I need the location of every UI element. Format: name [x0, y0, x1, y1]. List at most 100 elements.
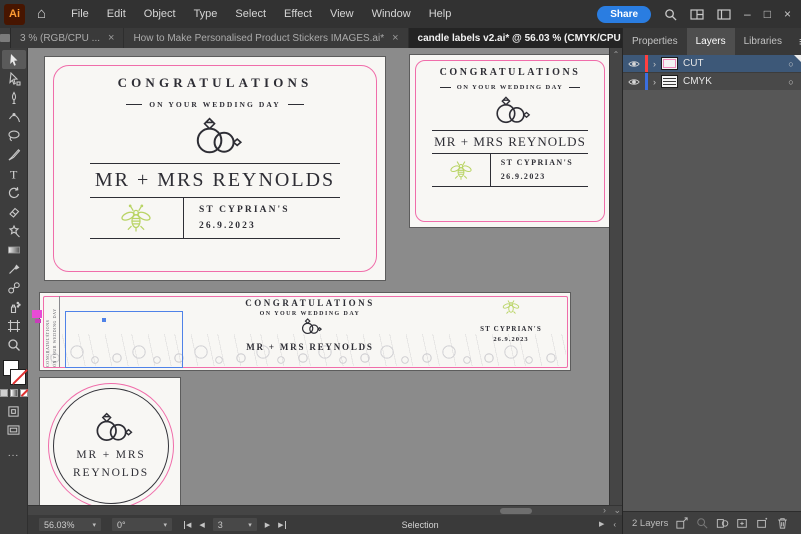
artboard-circle-label[interactable]: MR + MRS REYNOLDS — [40, 378, 180, 505]
tab-document-2[interactable]: How to Make Personalised Product Sticker… — [124, 28, 407, 48]
expand-chevron-icon[interactable]: › — [648, 77, 661, 87]
visibility-eye-icon[interactable] — [623, 60, 645, 68]
layer-name[interactable]: CUT — [683, 58, 781, 69]
menu-file[interactable]: File — [62, 8, 98, 20]
status-back-icon[interactable]: ‹ — [613, 520, 616, 529]
screen-mode-button[interactable] — [2, 421, 26, 440]
artboard-tool[interactable] — [2, 316, 26, 335]
maximize-button[interactable]: □ — [764, 7, 771, 21]
tab-libraries[interactable]: Libraries — [735, 28, 791, 55]
share-button[interactable]: Share — [597, 6, 651, 23]
none-button[interactable] — [20, 389, 28, 397]
rotation-select[interactable]: 0° ▾ — [112, 518, 172, 531]
artboard-strip-label[interactable]: CONGRATULATIONS ON YOUR WEDDING DAY CONG… — [40, 293, 570, 370]
layer-name[interactable]: CMYK — [683, 76, 781, 87]
tab-close-icon[interactable]: × — [108, 32, 114, 44]
draw-mode-button[interactable] — [2, 402, 26, 421]
canvas[interactable]: CONGRATULATIONS ON YOUR WEDDING DAY MR +… — [28, 48, 622, 505]
label-names: MR + MRS REYNOLDS — [95, 169, 335, 192]
eyedropper-tool[interactable] — [2, 259, 26, 278]
previous-artboard-button[interactable]: ◀ — [199, 521, 204, 529]
menu-select[interactable]: Select — [226, 8, 275, 20]
curvature-tool[interactable] — [2, 107, 26, 126]
direct-selection-tool[interactable] — [2, 69, 26, 88]
blend-tool[interactable] — [2, 278, 26, 297]
gradient-button[interactable] — [10, 389, 18, 397]
symbol-sprayer-tool[interactable] — [2, 297, 26, 316]
home-icon[interactable]: ⌂ — [37, 5, 46, 22]
scrollbar-thumb[interactable] — [500, 508, 532, 514]
color-button[interactable] — [0, 389, 8, 397]
menu-window[interactable]: Window — [363, 8, 420, 20]
tab-close-icon[interactable]: × — [392, 32, 398, 44]
selection-tool[interactable] — [2, 50, 26, 69]
last-artboard-button[interactable]: ▶ — [278, 521, 285, 529]
artboard-number-select[interactable]: 3 ▾ — [213, 518, 257, 531]
new-layer-icon[interactable] — [752, 517, 772, 529]
zoom-tool[interactable] — [2, 335, 26, 354]
layer-thumbnail[interactable] — [661, 57, 678, 70]
panel-menu-icon[interactable]: ≡ — [791, 34, 801, 49]
rotation-value: 0° — [117, 520, 126, 530]
menu-edit[interactable]: Edit — [98, 8, 135, 20]
fill-stroke-swatches[interactable] — [2, 360, 26, 386]
selection-handle[interactable] — [35, 319, 41, 323]
artboard-rect-label-small[interactable]: CONGRATULATIONS ON YOUR WEDDING DAY MR +… — [410, 55, 610, 227]
artboard-rect-label-large[interactable]: CONGRATULATIONS ON YOUR WEDDING DAY MR +… — [45, 57, 385, 280]
delete-layer-icon[interactable] — [772, 517, 792, 529]
dash-decor — [288, 104, 304, 105]
status-bar: 56.03% ▾ 0° ▾ ◀ ◀ 3 ▾ ▶ ▶ Selection ▶ ‹ — [28, 515, 622, 534]
target-circle-icon[interactable]: ○ — [781, 77, 801, 87]
eraser-tool[interactable] — [2, 202, 26, 221]
locate-object-icon[interactable] — [692, 517, 712, 529]
stroke-color-swatch[interactable] — [10, 369, 26, 385]
expand-chevron-icon[interactable]: › — [648, 59, 661, 69]
rotate-tool[interactable] — [2, 183, 26, 202]
selection-anchor-point[interactable] — [102, 318, 106, 322]
bee-icon — [448, 159, 474, 181]
scale-tool[interactable] — [2, 221, 26, 240]
type-tool[interactable]: T — [2, 164, 26, 183]
tab-document-1[interactable]: 3 % (RGB/CPU ... × — [11, 28, 123, 48]
scroll-right-icon[interactable]: › — [603, 505, 606, 515]
label-date: 26.9.2023 — [501, 170, 588, 184]
minimize-button[interactable]: – — [744, 7, 751, 21]
tools-panel: T — [0, 48, 28, 534]
status-next-icon[interactable]: ▶ — [599, 520, 604, 529]
zoom-level-select[interactable]: 56.03% ▾ — [39, 518, 101, 531]
lasso-tool[interactable] — [2, 126, 26, 145]
selection-bounding-box[interactable] — [65, 311, 183, 368]
workspace-switcher-icon[interactable] — [717, 9, 731, 20]
vertical-scrollbar[interactable]: ⌃ — [609, 48, 622, 505]
visibility-eye-icon[interactable] — [623, 78, 645, 86]
layer-row-cut[interactable]: › CUT ○ — [623, 55, 801, 72]
tab-layers[interactable]: Layers — [687, 28, 735, 55]
menu-view[interactable]: View — [321, 8, 363, 20]
layer-count: 2 Layers — [632, 518, 668, 529]
tab-properties[interactable]: Properties — [623, 28, 687, 55]
menu-help[interactable]: Help — [420, 8, 461, 20]
strip-right-block: ST CYPRIAN'S 26.9.2023 — [460, 299, 562, 343]
title-bar: Ai ⌂ File Edit Object Type Select Effect… — [0, 0, 801, 28]
paintbrush-tool[interactable] — [2, 145, 26, 164]
status-indicator[interactable]: Selection — [402, 520, 439, 530]
menu-bar: File Edit Object Type Select Effect View… — [62, 8, 460, 20]
next-artboard-button[interactable]: ▶ — [265, 521, 270, 529]
arrange-documents-icon[interactable] — [690, 9, 704, 20]
pen-tool[interactable] — [2, 88, 26, 107]
search-icon[interactable] — [664, 8, 677, 21]
clipping-mask-icon[interactable] — [712, 517, 732, 529]
selection-handle[interactable] — [32, 310, 42, 318]
layer-thumbnail[interactable] — [661, 75, 678, 88]
close-button[interactable]: × — [784, 7, 791, 21]
new-sublayer-icon[interactable] — [732, 517, 752, 529]
layer-row-cmyk[interactable]: › CMYK ○ — [623, 72, 801, 90]
gradient-tool[interactable] — [2, 240, 26, 259]
first-artboard-button[interactable]: ◀ — [184, 521, 191, 529]
collect-for-export-icon[interactable] — [672, 517, 692, 529]
menu-type[interactable]: Type — [185, 8, 227, 20]
menu-effect[interactable]: Effect — [275, 8, 321, 20]
edit-toolbar-button[interactable]: ... — [8, 448, 19, 459]
menu-object[interactable]: Object — [135, 8, 185, 20]
scroll-up-icon[interactable]: ⌃ — [613, 50, 620, 59]
